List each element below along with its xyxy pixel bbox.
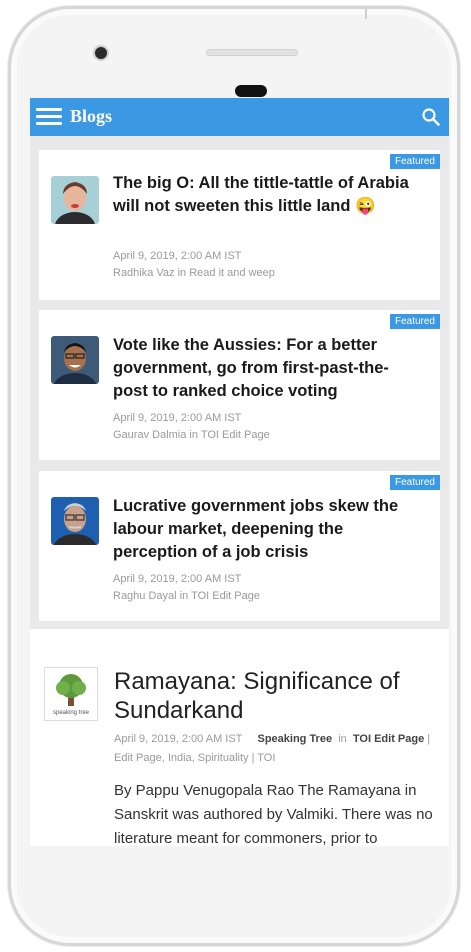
author-avatar bbox=[51, 497, 99, 545]
search-icon[interactable] bbox=[421, 107, 441, 127]
earpiece-speaker bbox=[206, 49, 298, 56]
featured-badge: Featured bbox=[389, 314, 440, 329]
proximity-sensor bbox=[235, 85, 267, 97]
winking-tongue-emoji: 😜 bbox=[355, 197, 376, 215]
blog-card[interactable]: Featured Vote like the Aussies: For a be… bbox=[39, 310, 440, 460]
article-section[interactable]: TOI Edit Page bbox=[353, 733, 424, 745]
logo-text: speaking tree bbox=[53, 710, 90, 716]
card-title[interactable]: The big O: All the tittle-tattle of Arab… bbox=[113, 172, 423, 218]
card-date: April 9, 2019, 2:00 AM IST bbox=[113, 412, 242, 424]
author-avatar bbox=[51, 176, 99, 224]
phone-edge-mark bbox=[365, 9, 367, 19]
card-author: Raghu Dayal in TOI Edit Page bbox=[113, 590, 260, 602]
card-author: Radhika Vaz in Read it and weep bbox=[113, 267, 275, 279]
front-camera bbox=[95, 47, 107, 59]
app-bar-title: Blogs bbox=[70, 106, 113, 126]
article-in-word: in bbox=[338, 733, 347, 745]
card-date: April 9, 2019, 2:00 AM IST bbox=[113, 573, 242, 585]
author-avatar bbox=[51, 336, 99, 384]
hamburger-icon[interactable] bbox=[36, 108, 62, 126]
speaking-tree-logo: speaking tree bbox=[44, 667, 98, 721]
card-title[interactable]: Lucrative government jobs skew the labou… bbox=[113, 495, 423, 564]
card-meta: April 9, 2019, 2:00 AM IST Gaurav Dalmia… bbox=[113, 410, 270, 444]
article-body: By Pappu Venugopala Rao The Ramayana in … bbox=[114, 782, 433, 846]
app-bar: Blogs bbox=[30, 98, 449, 136]
featured-badge: Featured bbox=[389, 475, 440, 490]
card-author: Gaurav Dalmia in TOI Edit Page bbox=[113, 429, 270, 441]
article-title[interactable]: Ramayana: Significance of Sundarkand bbox=[114, 667, 434, 725]
blog-card[interactable]: Featured The big O: All the tittle-tattl… bbox=[39, 150, 440, 300]
card-title[interactable]: Vote like the Aussies: For a better gove… bbox=[113, 334, 423, 403]
blog-card[interactable]: Featured Lucrative government jobs skew … bbox=[39, 471, 440, 621]
article-author[interactable]: Speaking Tree bbox=[257, 733, 332, 745]
card-meta: April 9, 2019, 2:00 AM IST Radhika Vaz i… bbox=[113, 248, 275, 282]
article-date: April 9, 2019, 2:00 AM IST bbox=[114, 733, 243, 745]
featured-badge: Featured bbox=[389, 154, 440, 169]
article-meta: April 9, 2019, 2:00 AM IST Speaking Tree… bbox=[114, 730, 434, 768]
card-meta: April 9, 2019, 2:00 AM IST Raghu Dayal i… bbox=[113, 571, 260, 605]
article-card[interactable]: speaking tree Ramayana: Significance of … bbox=[30, 629, 449, 846]
card-date: April 9, 2019, 2:00 AM IST bbox=[113, 250, 242, 262]
app-screen: Blogs Featured The big O: All the tittle… bbox=[30, 98, 449, 846]
